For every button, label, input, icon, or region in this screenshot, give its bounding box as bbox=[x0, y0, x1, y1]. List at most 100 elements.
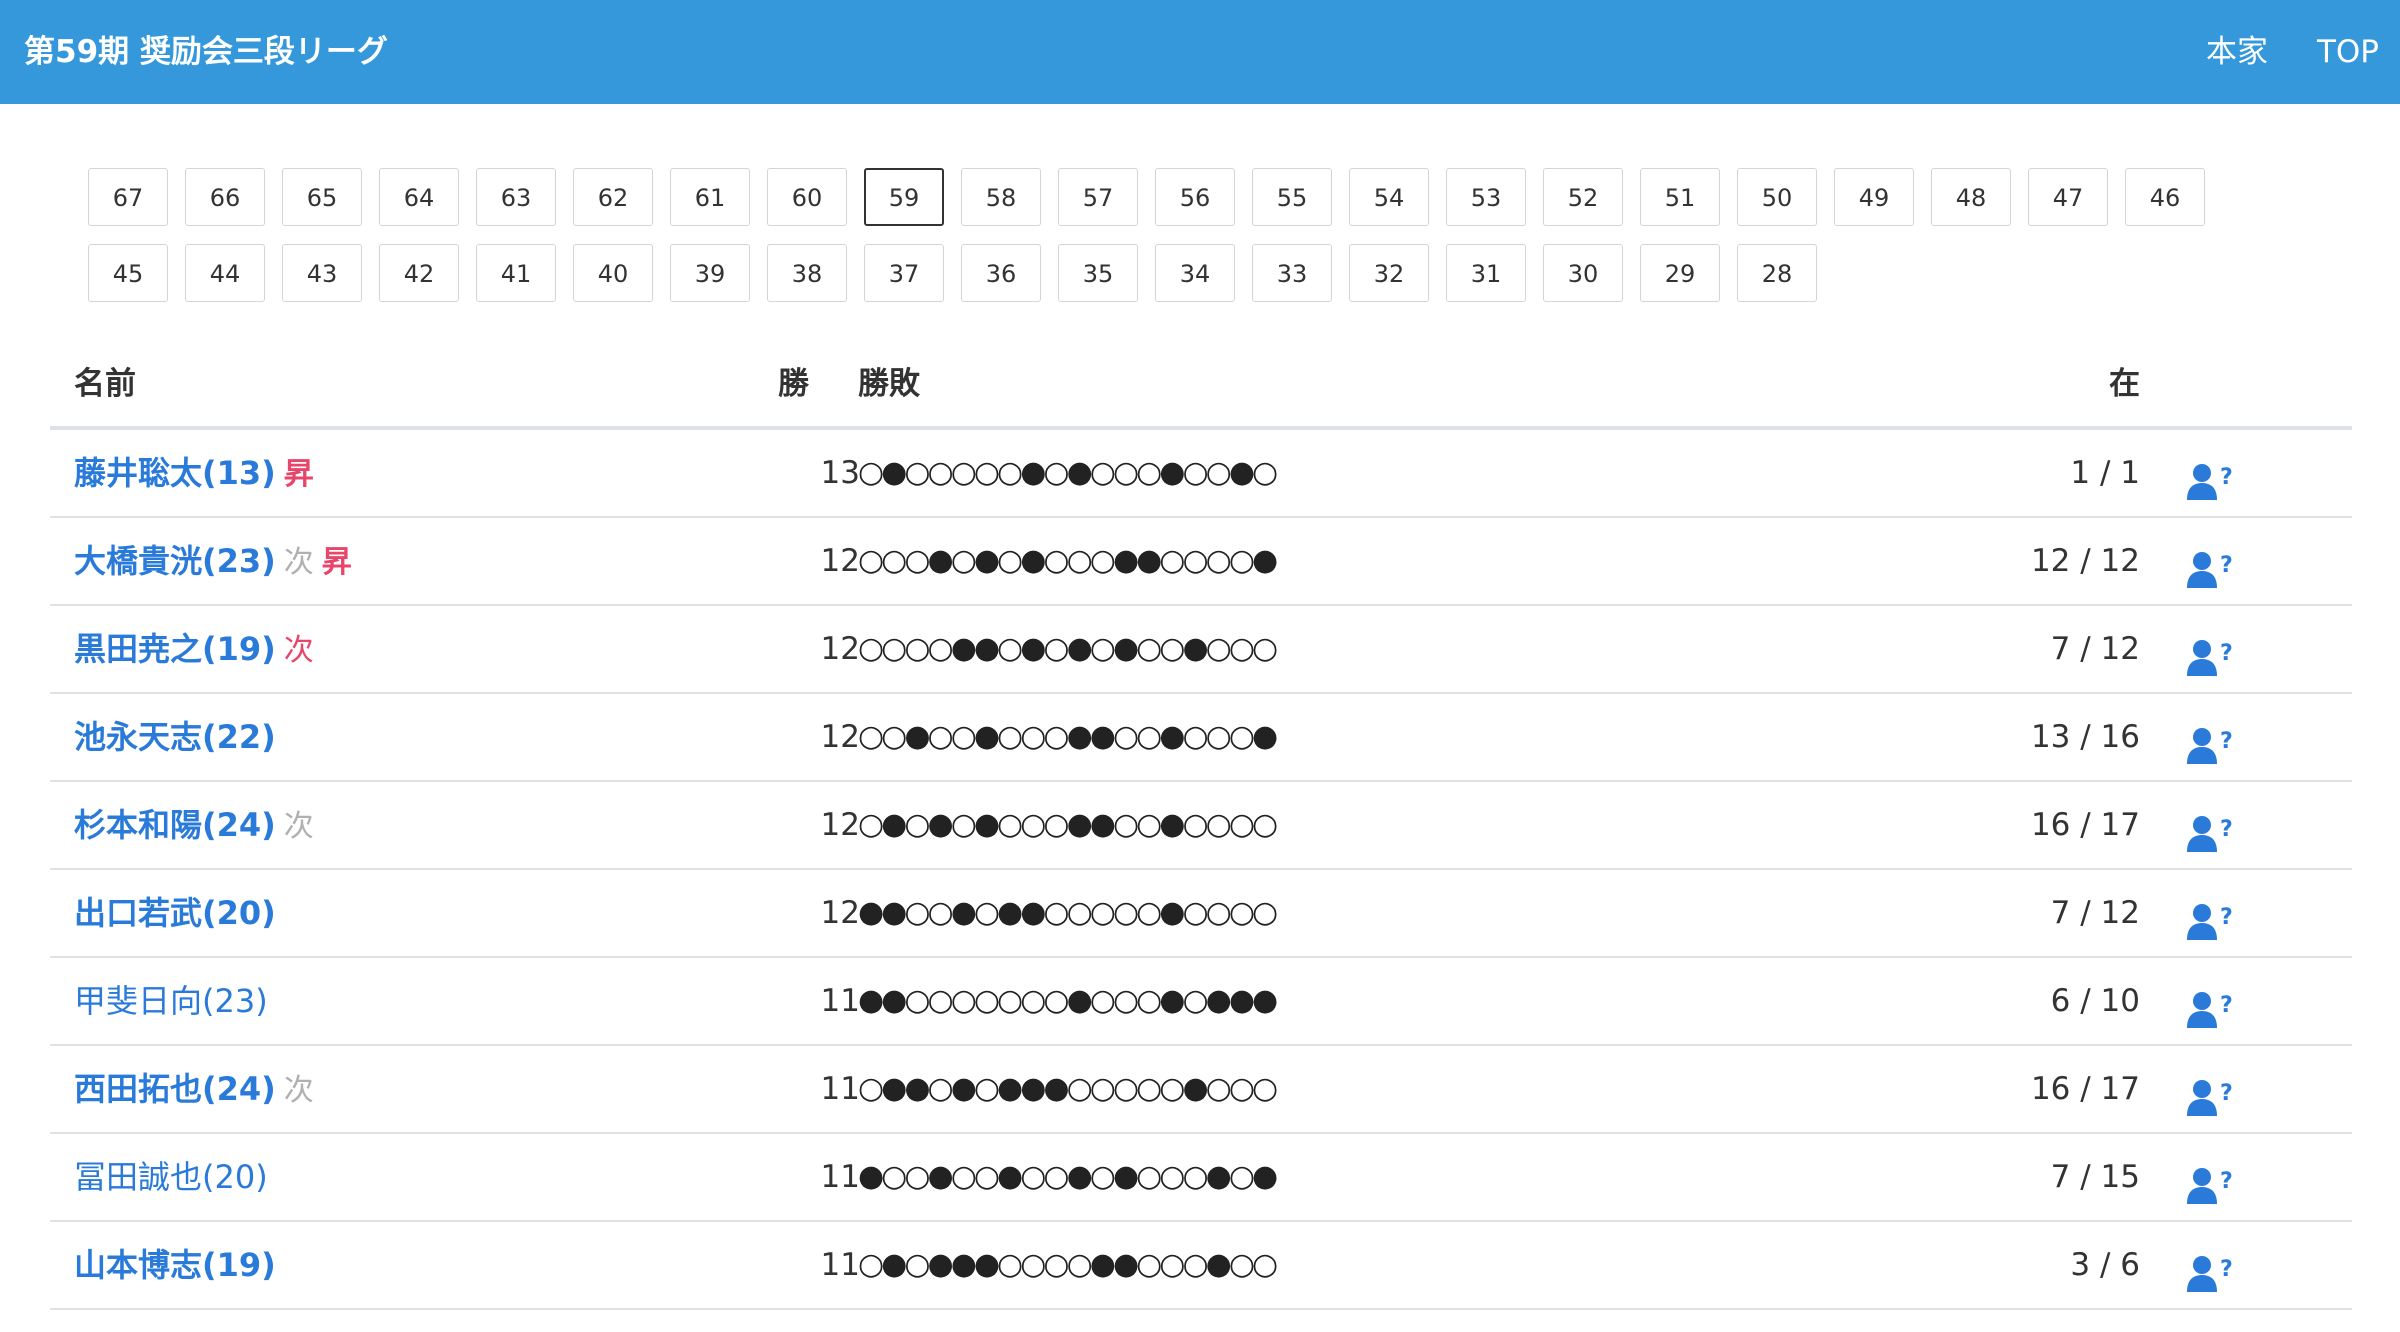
svg-text:?: ? bbox=[2220, 1169, 2233, 1194]
player-link[interactable]: 杉本和陽(24) bbox=[74, 806, 276, 844]
season-pager: 67 66 65 64 63 62 61 60 59 58 57 56 55 54 53 52 51 50 49 48… bbox=[88, 168, 2268, 320]
season-button-42[interactable]: 42 bbox=[379, 244, 459, 302]
player-link[interactable]: 黒田尭之(19) bbox=[74, 630, 276, 668]
user-question-icon[interactable]: ? bbox=[2186, 542, 2242, 588]
zai-ranking: 1 / 1 bbox=[2070, 455, 2140, 491]
season-button-43[interactable]: 43 bbox=[282, 244, 362, 302]
wins-count: 12 bbox=[820, 895, 860, 931]
player-link[interactable]: 池永天志(22) bbox=[74, 718, 276, 756]
season-button-44[interactable]: 44 bbox=[185, 244, 265, 302]
player-link[interactable]: 甲斐日向(23) bbox=[74, 982, 268, 1020]
player-link[interactable]: 大橋貴洸(23) bbox=[74, 542, 276, 580]
season-button-37[interactable]: 37 bbox=[864, 244, 944, 302]
results-record: ●○○●○○●○○●○●○○○●○● bbox=[858, 1159, 1278, 1194]
season-button-54[interactable]: 54 bbox=[1349, 168, 1429, 226]
season-button-58[interactable]: 58 bbox=[961, 168, 1041, 226]
season-button-30[interactable]: 30 bbox=[1543, 244, 1623, 302]
zai-ranking: 12 / 12 bbox=[2030, 543, 2140, 579]
wins-count: 11 bbox=[820, 983, 860, 1019]
player-link[interactable]: 山本博志(19) bbox=[74, 1246, 276, 1284]
svg-text:?: ? bbox=[2220, 465, 2233, 490]
season-button-33[interactable]: 33 bbox=[1252, 244, 1332, 302]
season-button-48[interactable]: 48 bbox=[1931, 168, 2011, 226]
player-link[interactable]: 西田拓也(24) bbox=[74, 1070, 276, 1108]
wins-count: 11 bbox=[820, 1247, 860, 1283]
season-button-35[interactable]: 35 bbox=[1058, 244, 1138, 302]
table-row: 藤井聡太(13) 昇 13 ○●○○○○○●○●○○○●○○●○ 1 / 1? bbox=[50, 430, 2352, 518]
header-results: 勝敗 bbox=[858, 366, 920, 402]
svg-text:?: ? bbox=[2220, 729, 2233, 754]
user-question-icon[interactable]: ? bbox=[2186, 982, 2242, 1028]
svg-text:?: ? bbox=[2220, 905, 2233, 930]
season-button-56[interactable]: 56 bbox=[1155, 168, 1235, 226]
season-button-55[interactable]: 55 bbox=[1252, 168, 1332, 226]
zai-ranking: 16 / 17 bbox=[2030, 807, 2140, 843]
user-question-icon[interactable]: ? bbox=[2186, 718, 2242, 764]
wins-count: 12 bbox=[820, 543, 860, 579]
user-question-icon[interactable]: ? bbox=[2186, 806, 2242, 852]
season-button-28[interactable]: 28 bbox=[1737, 244, 1817, 302]
page-title[interactable]: 第59期 奨励会三段リーグ bbox=[24, 0, 388, 104]
season-button-36[interactable]: 36 bbox=[961, 244, 1041, 302]
header-wins: 勝 bbox=[778, 366, 809, 402]
svg-text:?: ? bbox=[2220, 817, 2233, 842]
wins-count: 12 bbox=[820, 719, 860, 755]
user-question-icon[interactable]: ? bbox=[2186, 1158, 2242, 1204]
season-button-53[interactable]: 53 bbox=[1446, 168, 1526, 226]
season-button-49[interactable]: 49 bbox=[1834, 168, 1914, 226]
season-button-64[interactable]: 64 bbox=[379, 168, 459, 226]
promotion-badge: 昇 bbox=[321, 545, 352, 580]
season-button-65[interactable]: 65 bbox=[282, 168, 362, 226]
user-question-icon[interactable]: ? bbox=[2186, 1246, 2242, 1292]
season-button-66[interactable]: 66 bbox=[185, 168, 265, 226]
player-name-cell: 藤井聡太(13) 昇 bbox=[74, 430, 314, 518]
season-button-40[interactable]: 40 bbox=[573, 244, 653, 302]
player-link[interactable]: 出口若武(20) bbox=[74, 894, 276, 932]
season-button-39[interactable]: 39 bbox=[670, 244, 750, 302]
table-row: 出口若武(20) 12 ●●○○●○●●○○○○○●○○○○ 7 / 12? bbox=[50, 870, 2352, 958]
nav-link-top[interactable]: TOP bbox=[2317, 0, 2379, 104]
table-row: 西田拓也(24) 次 11 ○●●○●○●●●○○○○○●○○○ 16 / 17? bbox=[50, 1046, 2352, 1134]
season-button-60[interactable]: 60 bbox=[767, 168, 847, 226]
player-link[interactable]: 藤井聡太(13) bbox=[74, 454, 276, 492]
header-name: 名前 bbox=[74, 366, 136, 402]
results-record: ○○●○○●○○○●●○○●○○○● bbox=[858, 719, 1278, 754]
zai-ranking: 3 / 6 bbox=[2070, 1247, 2140, 1283]
header-zai: 在 bbox=[2109, 366, 2140, 402]
player-name-cell: 山本博志(19) bbox=[74, 1222, 276, 1308]
season-button-34[interactable]: 34 bbox=[1155, 244, 1235, 302]
player-name-cell: 甲斐日向(23) bbox=[74, 958, 268, 1044]
nav-link-honke[interactable]: 本家 bbox=[2206, 0, 2268, 104]
zai-ranking: 6 / 10 bbox=[2050, 983, 2140, 1019]
season-button-61[interactable]: 61 bbox=[670, 168, 750, 226]
season-button-67[interactable]: 67 bbox=[88, 168, 168, 226]
season-button-57[interactable]: 57 bbox=[1058, 168, 1138, 226]
user-question-icon[interactable]: ? bbox=[2186, 894, 2242, 940]
season-button-47[interactable]: 47 bbox=[2028, 168, 2108, 226]
season-button-31[interactable]: 31 bbox=[1446, 244, 1526, 302]
pager-row: 67 66 65 64 63 62 61 60 59 58 57 56 55 54 53 52 51 50 49 48… bbox=[88, 168, 2268, 226]
season-button-29[interactable]: 29 bbox=[1640, 244, 1720, 302]
season-button-32[interactable]: 32 bbox=[1349, 244, 1429, 302]
pager-row: 45 44 43 42 41 40 39 38 37 36 35 34 33 32 31 30 29 28 bbox=[88, 244, 2268, 302]
season-button-50[interactable]: 50 bbox=[1737, 168, 1817, 226]
season-button-46[interactable]: 46 bbox=[2125, 168, 2205, 226]
season-button-52[interactable]: 52 bbox=[1543, 168, 1623, 226]
season-button-63[interactable]: 63 bbox=[476, 168, 556, 226]
season-button-41[interactable]: 41 bbox=[476, 244, 556, 302]
season-button-45[interactable]: 45 bbox=[88, 244, 168, 302]
wins-count: 11 bbox=[820, 1159, 860, 1195]
table-body: 藤井聡太(13) 昇 13 ○●○○○○○●○●○○○●○○●○ 1 / 1? 大橋貴洸(… bbox=[50, 430, 2352, 1310]
table-row: 冨田誠也(20) 11 ●○○●○○●○○●○●○○○●○● 7 / 15? bbox=[50, 1134, 2352, 1222]
season-button-51[interactable]: 51 bbox=[1640, 168, 1720, 226]
user-question-icon[interactable]: ? bbox=[2186, 1070, 2242, 1116]
player-link[interactable]: 冨田誠也(20) bbox=[74, 1158, 268, 1196]
table-row: 山本博志(19) 11 ○●○●●●○○○○●●○○○●○○ 3 / 6? bbox=[50, 1222, 2352, 1310]
season-button-59[interactable]: 59 bbox=[864, 168, 944, 226]
promotion-badge: 昇 bbox=[283, 457, 314, 492]
user-question-icon[interactable]: ? bbox=[2186, 630, 2242, 676]
season-button-38[interactable]: 38 bbox=[767, 244, 847, 302]
user-question-icon[interactable]: ? bbox=[2186, 454, 2242, 500]
results-record: ○●○○○○○●○●○○○●○○●○ bbox=[858, 455, 1278, 490]
season-button-62[interactable]: 62 bbox=[573, 168, 653, 226]
